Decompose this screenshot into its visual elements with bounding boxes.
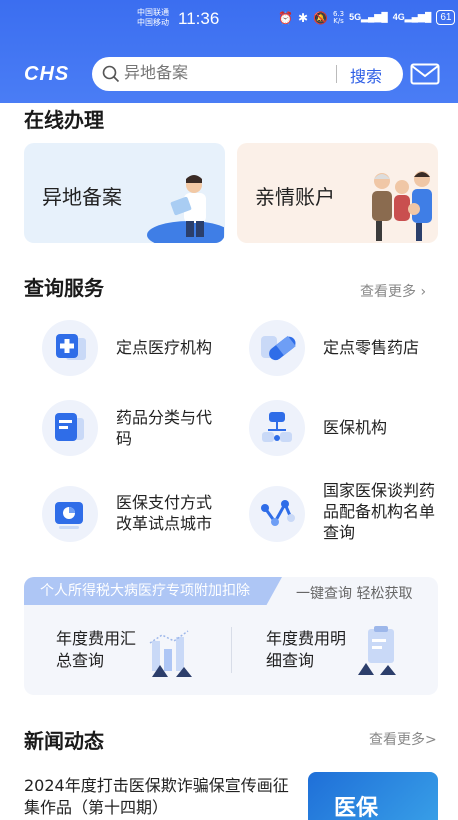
person-reading-illustration bbox=[147, 175, 224, 243]
card-remote-filing[interactable]: 异地备案 bbox=[24, 143, 225, 243]
payment-card-icon-svg bbox=[55, 502, 83, 529]
search-box[interactable]: 搜索 bbox=[92, 57, 403, 91]
query-more-link[interactable]: 查看更多 › bbox=[360, 281, 426, 301]
bar-chart-icon bbox=[149, 630, 192, 677]
network-icon-svg bbox=[261, 500, 295, 526]
carrier-1: 中国联通 bbox=[137, 8, 169, 17]
family-illustration bbox=[372, 171, 432, 241]
pill-icon-svg bbox=[261, 335, 296, 361]
news-item-title[interactable]: 2024年度打击医保欺诈骗保宣传画征集作品（第十四期） bbox=[24, 775, 299, 819]
payment-card-icon bbox=[42, 486, 98, 542]
tax-banner: 个人所得税大病医疗专项附加扣除 bbox=[24, 577, 282, 605]
hospital-icon-svg bbox=[56, 334, 86, 360]
bluetooth-icon: ✱ bbox=[297, 10, 309, 25]
service-label: 定点医疗机构 bbox=[116, 338, 213, 357]
card-family-account[interactable]: 亲情账户 bbox=[237, 143, 438, 243]
search-input[interactable] bbox=[124, 63, 324, 82]
tax-summary-query[interactable]: 年度费用汇总查询 bbox=[24, 617, 229, 687]
app-header: 中国联通 中国移动 11:36 ⏰ ✱ 🔕 6.3 K/s 5G▂▄▆█ 4G▂… bbox=[0, 0, 458, 103]
search-divider bbox=[336, 65, 337, 83]
news-thumb-text: 医保 bbox=[334, 796, 379, 820]
status-bar: 中国联通 中国移动 11:36 ⏰ ✱ 🔕 6.3 K/s 5G▂▄▆█ 4G▂… bbox=[0, 6, 458, 34]
net-2-label: 4G bbox=[392, 12, 405, 22]
online-section-title: 在线办理 bbox=[24, 108, 104, 132]
tax-deduction-panel: 个人所得税大病医疗专项附加扣除 一键查询 轻松获取 年度费用汇总查询 年度费用明… bbox=[24, 577, 438, 695]
system-icons: ⏰ ✱ 🔕 6.3 K/s 5G▂▄▆█ 4G▂▄▆█ 61 bbox=[278, 10, 456, 25]
query-section-title: 查询服务 bbox=[24, 276, 104, 300]
net-speed-unit: K/s bbox=[333, 16, 344, 25]
tax-divider bbox=[231, 627, 232, 673]
battery-icon: 61 bbox=[436, 10, 456, 25]
tax-slogan: 一键查询 轻松获取 bbox=[296, 586, 413, 602]
card-label: 亲情账户 bbox=[255, 185, 335, 209]
chs-logo: CHS bbox=[24, 63, 70, 85]
document-icon-svg bbox=[55, 413, 84, 441]
clipboard-icon bbox=[358, 626, 396, 675]
tax-detail-query[interactable]: 年度费用明细查询 bbox=[234, 617, 438, 687]
carrier-labels: 中国联通 中国移动 bbox=[137, 8, 169, 28]
search-icon bbox=[102, 65, 120, 83]
hospital-icon bbox=[42, 320, 98, 376]
service-label: 定点零售药店 bbox=[323, 338, 420, 357]
tax-item-label: 年度费用明细查询 bbox=[266, 629, 347, 670]
news-section-title: 新闻动态 bbox=[24, 729, 104, 753]
signal-5g: 5G▂▄▆█ bbox=[349, 12, 388, 22]
mute-icon: 🔕 bbox=[313, 10, 328, 25]
pill-icon bbox=[249, 320, 305, 376]
net-1-label: 5G bbox=[349, 12, 362, 22]
document-icon bbox=[42, 400, 98, 456]
service-label: 医保机构 bbox=[323, 418, 388, 437]
service-label: 国家医保谈判药品配备机构名单查询 bbox=[323, 481, 436, 542]
alarm-icon: ⏰ bbox=[278, 10, 293, 25]
service-label: 医保支付方式改革试点城市 bbox=[116, 493, 213, 533]
service-label: 药品分类与代码 bbox=[116, 408, 213, 448]
search-button[interactable]: 搜索 bbox=[350, 63, 382, 87]
carrier-2: 中国移动 bbox=[137, 18, 169, 27]
tax-item-label: 年度费用汇总查询 bbox=[56, 629, 137, 670]
org-chart-icon-svg bbox=[262, 412, 292, 442]
net-speed: 6.3 K/s bbox=[333, 10, 344, 25]
news-more-link[interactable]: 查看更多> bbox=[369, 729, 437, 749]
org-chart-icon bbox=[249, 400, 305, 456]
top-bar: CHS 搜索 bbox=[0, 55, 458, 93]
news-thumbnail[interactable]: 医保 bbox=[308, 772, 438, 820]
mail-icon[interactable] bbox=[410, 63, 440, 85]
clock: 11:36 bbox=[178, 9, 220, 28]
card-label: 异地备案 bbox=[42, 185, 122, 209]
signal-4g: 4G▂▄▆█ bbox=[392, 12, 432, 22]
network-icon bbox=[249, 486, 305, 542]
